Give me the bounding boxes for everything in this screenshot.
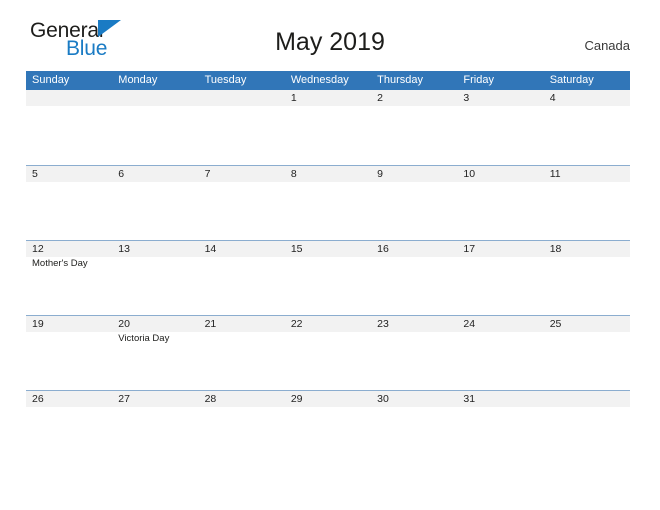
day-number[interactable]: 12 <box>26 241 112 257</box>
event-band <box>26 106 630 164</box>
day-number[interactable]: 20 <box>112 316 198 332</box>
day-event <box>112 106 198 164</box>
day-event <box>371 106 457 164</box>
event-band <box>26 407 630 465</box>
day-number[interactable]: 6 <box>112 166 198 182</box>
day-event <box>26 332 112 390</box>
page-header: General Blue May 2019 Canada <box>0 0 660 70</box>
day-event <box>457 106 543 164</box>
date-band: 5 6 7 8 9 10 11 <box>26 166 630 182</box>
week-row: 1 2 3 4 <box>26 90 630 165</box>
day-event <box>285 106 371 164</box>
date-band: 1 2 3 4 <box>26 90 630 106</box>
day-number[interactable]: 8 <box>285 166 371 182</box>
country-label: Canada <box>584 38 630 53</box>
day-event <box>371 332 457 390</box>
day-event <box>285 257 371 315</box>
date-band: 12 13 14 15 16 17 18 <box>26 241 630 257</box>
day-number[interactable] <box>26 90 112 106</box>
day-number[interactable]: 3 <box>457 90 543 106</box>
day-number[interactable]: 17 <box>457 241 543 257</box>
weekday-wednesday: Wednesday <box>290 74 349 86</box>
week-row: 5 6 7 8 9 10 11 <box>26 165 630 240</box>
day-number[interactable]: 5 <box>26 166 112 182</box>
day-number[interactable]: 15 <box>285 241 371 257</box>
day-event <box>457 257 543 315</box>
event-band <box>26 182 630 240</box>
day-event <box>112 407 198 465</box>
day-number[interactable]: 2 <box>371 90 457 106</box>
day-event <box>544 407 630 465</box>
day-event <box>285 182 371 240</box>
calendar-grid: Sunday Monday Tuesday Wednesday Thursday… <box>26 71 630 465</box>
week-row: 19 20 21 22 23 24 25 Victoria Day <box>26 315 630 390</box>
day-event <box>26 407 112 465</box>
day-number[interactable]: 22 <box>285 316 371 332</box>
day-number[interactable] <box>199 90 285 106</box>
page-title: May 2019 <box>275 28 385 56</box>
event-band: Victoria Day <box>26 332 630 390</box>
week-row: 12 13 14 15 16 17 18 Mother's Day <box>26 240 630 315</box>
weekday-tuesday: Tuesday <box>204 74 247 86</box>
day-event <box>544 332 630 390</box>
day-event <box>371 407 457 465</box>
day-number[interactable]: 18 <box>544 241 630 257</box>
day-event <box>457 407 543 465</box>
weekday-saturday: Saturday <box>549 74 594 86</box>
day-event <box>371 182 457 240</box>
day-event <box>285 332 371 390</box>
event-band: Mother's Day <box>26 257 630 315</box>
day-number[interactable] <box>544 391 630 407</box>
day-number[interactable]: 4 <box>544 90 630 106</box>
day-number[interactable]: 1 <box>285 90 371 106</box>
day-event <box>199 407 285 465</box>
week-row: 26 27 28 29 30 31 <box>26 390 630 465</box>
day-number[interactable]: 24 <box>457 316 543 332</box>
weekday-friday: Friday <box>463 74 494 86</box>
day-event <box>199 182 285 240</box>
day-number[interactable]: 16 <box>371 241 457 257</box>
day-number[interactable]: 25 <box>544 316 630 332</box>
day-event <box>457 182 543 240</box>
weekday-monday: Monday <box>118 74 158 86</box>
day-number[interactable]: 14 <box>199 241 285 257</box>
day-number[interactable]: 7 <box>199 166 285 182</box>
day-number[interactable]: 10 <box>457 166 543 182</box>
day-number[interactable]: 31 <box>457 391 543 407</box>
day-event <box>112 257 198 315</box>
calendar-page: General Blue May 2019 Canada Sunday Mond… <box>0 0 660 510</box>
day-event <box>199 332 285 390</box>
date-band: 19 20 21 22 23 24 25 <box>26 316 630 332</box>
day-number[interactable]: 28 <box>199 391 285 407</box>
day-event <box>544 106 630 164</box>
day-number[interactable]: 9 <box>371 166 457 182</box>
day-event <box>112 182 198 240</box>
day-number[interactable]: 21 <box>199 316 285 332</box>
weekday-sunday: Sunday <box>32 74 70 86</box>
date-band: 26 27 28 29 30 31 <box>26 391 630 407</box>
day-number[interactable]: 29 <box>285 391 371 407</box>
day-event <box>371 257 457 315</box>
day-event <box>544 257 630 315</box>
day-number[interactable]: 27 <box>112 391 198 407</box>
day-event <box>457 332 543 390</box>
day-number[interactable]: 19 <box>26 316 112 332</box>
weekday-thursday: Thursday <box>377 74 423 86</box>
day-event <box>199 106 285 164</box>
day-event <box>26 106 112 164</box>
day-number[interactable]: 30 <box>371 391 457 407</box>
day-event <box>544 182 630 240</box>
day-number[interactable]: 13 <box>112 241 198 257</box>
day-number[interactable]: 23 <box>371 316 457 332</box>
day-number[interactable]: 11 <box>544 166 630 182</box>
day-number[interactable]: 26 <box>26 391 112 407</box>
day-event: Mother's Day <box>32 258 88 269</box>
day-event <box>26 182 112 240</box>
day-event: Victoria Day <box>118 333 170 344</box>
weekday-header-row: Sunday Monday Tuesday Wednesday Thursday… <box>26 71 630 90</box>
day-event <box>285 407 371 465</box>
day-event <box>199 257 285 315</box>
day-number[interactable] <box>112 90 198 106</box>
